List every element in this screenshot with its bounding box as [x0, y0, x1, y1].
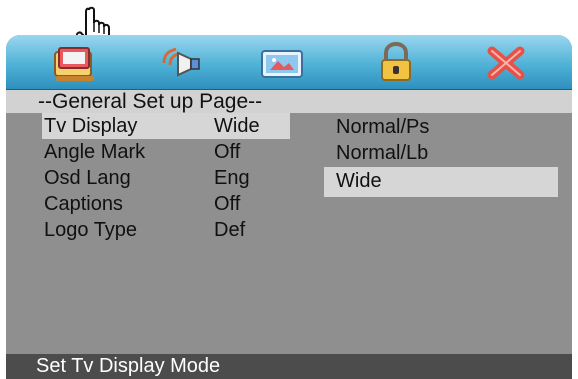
menu-row-logo-type[interactable]: Logo Type Def — [42, 217, 290, 243]
option-wide[interactable]: Wide — [324, 167, 558, 197]
option-label-normal-lb: Normal/Lb — [336, 142, 429, 164]
menu-value-captions: Off — [214, 193, 241, 215]
status-text: Set Tv Display Mode — [36, 355, 221, 377]
menu-label-angle-mark: Angle Mark — [44, 141, 146, 163]
page-title: --General Set up Page-- — [38, 90, 263, 113]
menu-value-tv-display: Wide — [214, 115, 260, 137]
audio-setup-tab-icon[interactable] — [151, 41, 211, 85]
menu-label-osd-lang: Osd Lang — [44, 167, 131, 189]
option-normal-lb[interactable]: Normal/Lb — [324, 139, 558, 169]
menu-value-angle-mark: Off — [214, 141, 241, 163]
password-lock-tab-icon[interactable] — [366, 41, 426, 85]
video-setup-tab-icon[interactable] — [252, 41, 312, 85]
settings-content: Tv Display Wide Angle Mark Off Osd Lang … — [6, 113, 572, 354]
osd-screen: --General Set up Page-- Tv Display Wide … — [0, 0, 578, 379]
exit-close-tab-icon[interactable] — [476, 41, 536, 85]
menu-value-osd-lang: Eng — [214, 167, 250, 189]
option-label-wide: Wide — [336, 170, 382, 192]
option-label-normal-ps: Normal/Ps — [336, 116, 430, 138]
general-setup-tab-icon[interactable] — [46, 41, 106, 85]
menu-label-captions: Captions — [44, 193, 123, 215]
status-bar: Set Tv Display Mode — [6, 354, 572, 379]
setup-menu-panel: --General Set up Page-- Tv Display Wide … — [6, 35, 572, 379]
menu-row-angle-mark[interactable]: Angle Mark Off — [42, 139, 290, 165]
menu-row-tv-display[interactable]: Tv Display Wide — [42, 113, 290, 139]
menu-value-logo-type: Def — [214, 219, 246, 241]
menu-label-tv-display: Tv Display — [44, 115, 138, 137]
menu-row-captions[interactable]: Captions Off — [42, 191, 290, 217]
menu-label-logo-type: Logo Type — [44, 219, 138, 241]
menu-row-osd-lang[interactable]: Osd Lang Eng — [42, 165, 290, 191]
setup-tab-bar — [6, 35, 572, 90]
